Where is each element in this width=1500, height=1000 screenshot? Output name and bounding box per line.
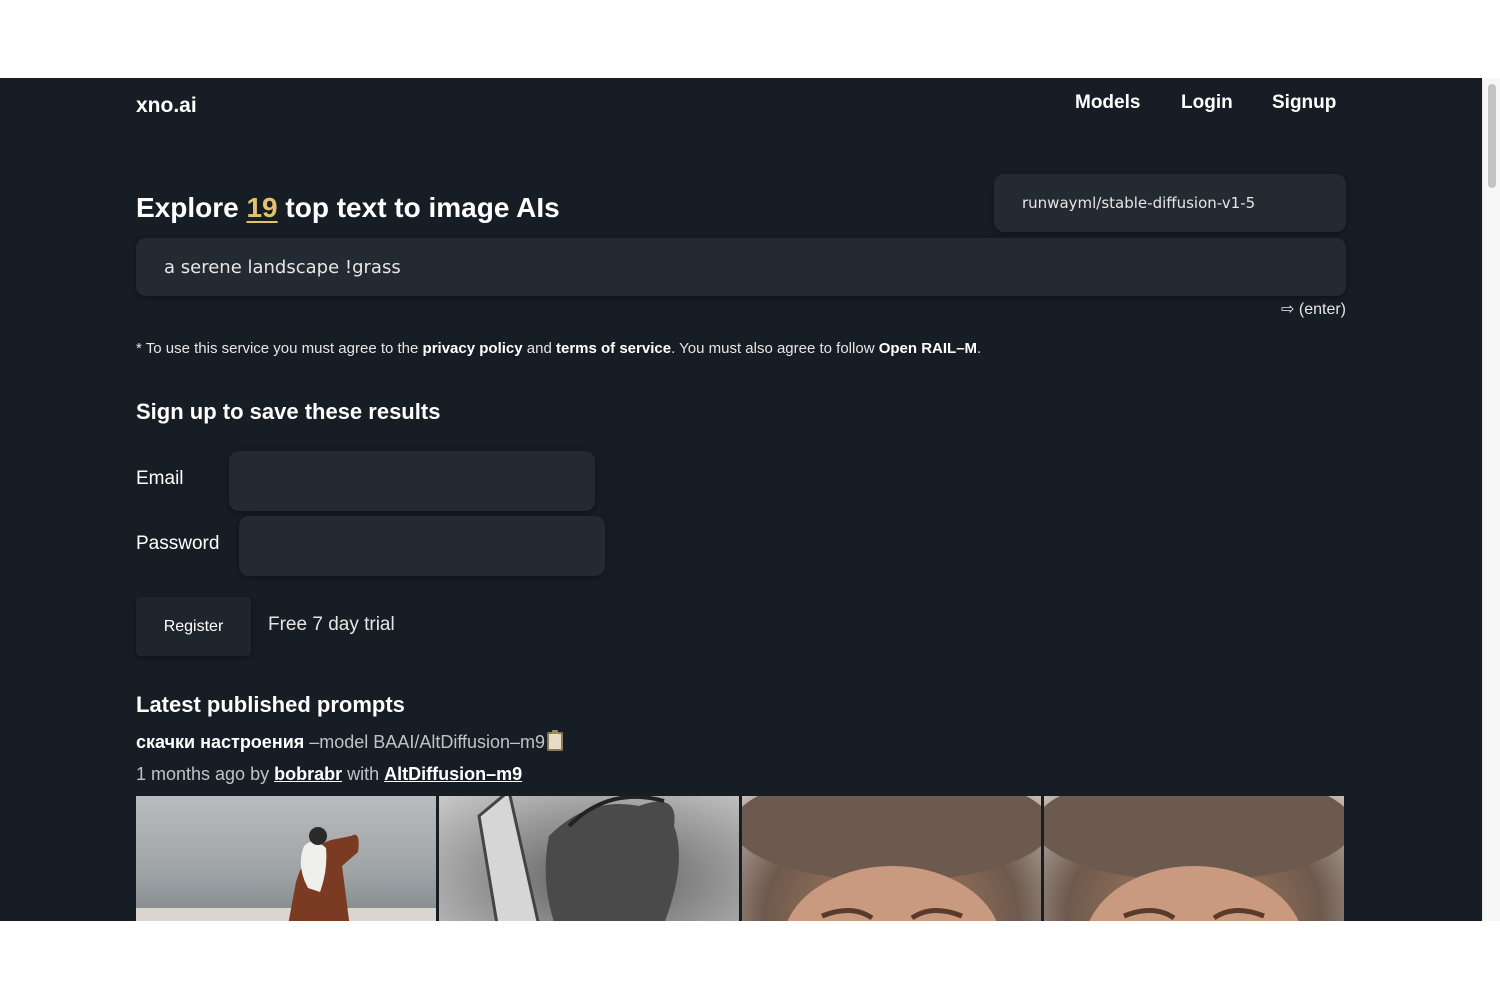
- donkey-illustration: [477, 796, 679, 921]
- horse-rider-illustration: [136, 827, 436, 921]
- gallery-image-horse-rider[interactable]: [136, 796, 436, 921]
- legal-notice: * To use this service you must agree to …: [136, 340, 981, 357]
- enter-hint: ⇨ (enter): [1281, 301, 1346, 318]
- model-link[interactable]: AltDiffusion–m9: [384, 764, 522, 784]
- prompt-model-flag: –model BAAI/AltDiffusion–m9: [304, 732, 546, 752]
- nav-login-link[interactable]: Login: [1181, 92, 1233, 114]
- vertical-scrollbar[interactable]: [1482, 78, 1500, 921]
- signup-heading: Sign up to save these results: [136, 399, 441, 424]
- trial-text: Free 7 day trial: [268, 614, 395, 635]
- terms-of-service-link[interactable]: terms of service: [556, 340, 671, 357]
- title-suffix: top text to image AIs: [277, 192, 560, 223]
- email-label: Email: [136, 468, 184, 489]
- meta-with: with: [342, 764, 385, 784]
- meta-time: 1 months ago by: [136, 764, 275, 784]
- legal-text-4: .: [977, 340, 982, 357]
- register-button[interactable]: Register: [136, 597, 251, 656]
- prompt-meta: 1 months ago by bobrabr with AltDiffusio…: [136, 764, 522, 785]
- model-select[interactable]: runwayml/stable-diffusion-v1-5: [994, 174, 1346, 232]
- gallery-image-portrait-2[interactable]: [1044, 796, 1344, 921]
- nav-signup-link[interactable]: Signup: [1272, 92, 1336, 114]
- legal-text-1: * To use this service you must agree to …: [136, 340, 423, 357]
- portrait-illustration: [741, 796, 1042, 921]
- page-title: Explore 19 top text to image AIs: [136, 192, 560, 224]
- gallery-image-donkey-head[interactable]: [438, 796, 739, 921]
- open-rail-link[interactable]: Open RAIL–M: [879, 340, 977, 357]
- password-field[interactable]: [239, 516, 605, 576]
- scrollbar-thumb[interactable]: [1488, 84, 1496, 188]
- legal-text-2: and: [522, 340, 556, 357]
- clipboard-icon[interactable]: [547, 730, 564, 751]
- brand-logo[interactable]: xno.ai: [136, 94, 197, 118]
- nav-models-link[interactable]: Models: [1075, 92, 1140, 114]
- published-prompt: скачки настроения –model BAAI/AltDiffusi…: [136, 730, 564, 753]
- prompt-text: скачки настроения: [136, 732, 305, 752]
- latest-prompts-heading: Latest published prompts: [136, 692, 405, 717]
- title-prefix: Explore: [136, 192, 247, 223]
- browser-viewport: xno.ai Models Login Signup Explore 19 to…: [0, 78, 1482, 921]
- password-label: Password: [136, 533, 220, 554]
- legal-text-3: . You must also agree to follow: [671, 340, 879, 357]
- prompt-input[interactable]: [136, 238, 1346, 296]
- model-count-link[interactable]: 19: [246, 192, 277, 223]
- privacy-policy-link[interactable]: privacy policy: [423, 340, 523, 357]
- email-field[interactable]: [229, 451, 595, 511]
- author-link[interactable]: bobrabr: [274, 764, 342, 784]
- image-gallery: [136, 796, 1344, 921]
- portrait-illustration-2: [1044, 796, 1344, 921]
- gallery-image-portrait-1[interactable]: [741, 796, 1042, 921]
